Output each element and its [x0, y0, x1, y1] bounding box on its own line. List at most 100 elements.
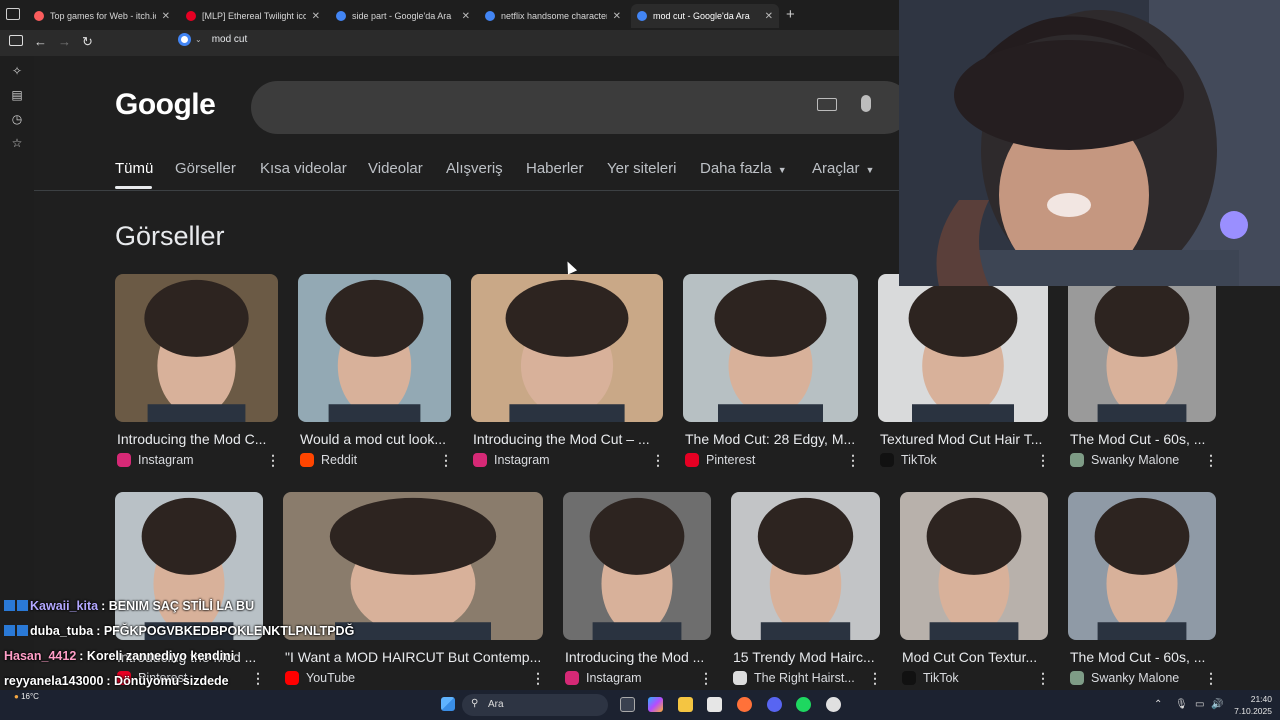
result-thumbnail[interactable]: [900, 492, 1048, 640]
result-source[interactable]: Instagram: [473, 453, 550, 467]
spotify-icon[interactable]: [796, 697, 811, 712]
store-icon[interactable]: [707, 697, 722, 712]
browser-tab[interactable]: [MLP] Ethereal Twilight icon/... ✕: [180, 4, 326, 28]
result-title[interactable]: The Mod Cut - 60s, ...: [1070, 649, 1214, 665]
more-options-icon[interactable]: ⋮: [868, 670, 882, 687]
image-result-card[interactable]: The Mod Cut - 60s, ... Swanky Malone ⋮: [1068, 492, 1218, 690]
taskbar-search[interactable]: ⚲ Ara: [462, 694, 608, 716]
more-options-icon[interactable]: ⋮: [1036, 670, 1050, 687]
image-result-card[interactable]: Textured Mod Cut Hair T... TikTok ⋮: [878, 274, 1050, 472]
result-title[interactable]: "I Want a MOD HAIRCUT But Contemp...: [285, 649, 541, 665]
result-thumbnail[interactable]: [471, 274, 663, 422]
volume-icon[interactable]: 🔊: [1211, 699, 1223, 710]
network-icon[interactable]: ▭: [1195, 699, 1204, 710]
browser-tab[interactable]: Top games for Web - itch.io ✕: [28, 4, 176, 28]
search-tab[interactable]: Araçlar ▼: [812, 160, 874, 177]
search-tab[interactable]: Kısa videolar: [260, 160, 347, 177]
more-options-icon[interactable]: ⋮: [531, 670, 545, 687]
back-icon[interactable]: ←: [34, 34, 47, 49]
tab-actions-icon[interactable]: [6, 8, 20, 20]
result-thumbnail[interactable]: [1068, 274, 1216, 422]
result-title[interactable]: 15 Trendy Mod Hairc...: [733, 649, 878, 665]
image-result-card[interactable]: Introducing the Mod ... Instagram ⋮: [563, 492, 713, 690]
search-tab[interactable]: Tümü: [115, 160, 153, 177]
discord-icon[interactable]: [767, 697, 782, 712]
result-thumbnail[interactable]: [115, 492, 263, 640]
app-icon[interactable]: [826, 697, 841, 712]
search-tab[interactable]: Görseller: [175, 160, 236, 177]
search-tab[interactable]: Haberler: [526, 160, 584, 177]
start-icon[interactable]: [441, 697, 455, 711]
mic-tray-icon[interactable]: 🎙: [1175, 699, 1188, 710]
more-options-icon[interactable]: ⋮: [1036, 452, 1050, 469]
image-result-card[interactable]: Would a mod cut look... Reddit ⋮: [298, 274, 453, 472]
result-title[interactable]: The Mod Cut: 28 Edgy, M...: [685, 431, 856, 447]
image-result-card[interactable]: 15 Trendy Mod Hairc... The Right Hairst..…: [731, 492, 882, 690]
more-options-icon[interactable]: ⋮: [699, 670, 713, 687]
result-title[interactable]: The Mod Cut - 60s, ...: [1070, 431, 1214, 447]
result-thumbnail[interactable]: [563, 492, 711, 640]
forward-icon[interactable]: →: [58, 34, 71, 49]
result-source[interactable]: YouTube: [285, 671, 355, 685]
google-logo[interactable]: Google: [115, 88, 216, 122]
search-tab[interactable]: Alışveriş: [446, 160, 503, 177]
result-source[interactable]: Swanky Malone: [1070, 453, 1179, 467]
image-result-card[interactable]: Introducing the Mod Cut – ... Instagram ⋮: [471, 274, 665, 472]
history-icon[interactable]: ◷: [11, 113, 23, 125]
image-result-card[interactable]: "I Want a MOD HAIRCUT But Contemp... YouT…: [283, 492, 545, 690]
close-tab-icon[interactable]: ✕: [462, 11, 470, 22]
address-bar[interactable]: ⌄ mod cut: [178, 33, 247, 46]
chevron-down-icon[interactable]: ⌄: [195, 35, 202, 44]
result-source[interactable]: The Right Hairst...: [733, 671, 855, 685]
address-text[interactable]: mod cut: [212, 34, 248, 45]
more-options-icon[interactable]: ⋮: [1204, 452, 1218, 469]
result-title[interactable]: Introducing the Mod C...: [117, 431, 276, 447]
result-thumbnail[interactable]: [1068, 492, 1216, 640]
result-source[interactable]: Instagram: [117, 453, 194, 467]
search-input[interactable]: [251, 81, 911, 134]
favorites-icon[interactable]: ☆: [11, 137, 23, 149]
keyboard-icon[interactable]: [817, 98, 837, 111]
more-options-icon[interactable]: ⋮: [846, 452, 860, 469]
more-options-icon[interactable]: ⋮: [439, 452, 453, 469]
image-result-card[interactable]: Introducing the Mod C... Instagram ⋮: [115, 274, 280, 472]
result-thumbnail[interactable]: [115, 274, 278, 422]
tray-overflow-icon[interactable]: ⌃: [1154, 699, 1162, 710]
result-title[interactable]: Introducing the Mod Cut – ...: [473, 431, 661, 447]
weather-widget[interactable]: ● 16°C: [14, 692, 39, 701]
result-source[interactable]: TikTok: [902, 671, 959, 685]
reading-list-icon[interactable]: ▤: [11, 89, 23, 101]
result-thumbnail[interactable]: [683, 274, 858, 422]
copilot-icon[interactable]: [648, 697, 663, 712]
result-title[interactable]: Introducing the Mod ...: [565, 649, 709, 665]
close-tab-icon[interactable]: ✕: [162, 11, 170, 22]
result-source[interactable]: TikTok: [880, 453, 937, 467]
image-result-card[interactable]: The Mod Cut: 28 Edgy, M... Pinterest ⋮: [683, 274, 860, 472]
result-thumbnail[interactable]: [878, 274, 1048, 422]
search-tab[interactable]: Daha fazla ▼: [700, 160, 787, 177]
result-source[interactable]: Instagram: [565, 671, 642, 685]
result-thumbnail[interactable]: [731, 492, 880, 640]
result-title[interactable]: Would a mod cut look...: [300, 431, 449, 447]
more-options-icon[interactable]: ⋮: [251, 670, 265, 687]
sidebar-toggle-icon[interactable]: [9, 35, 23, 46]
more-options-icon[interactable]: ⋮: [266, 452, 280, 469]
close-tab-icon[interactable]: ✕: [613, 11, 621, 22]
result-source[interactable]: Reddit: [300, 453, 357, 467]
search-tab[interactable]: Yer siteleri: [607, 160, 676, 177]
file-explorer-icon[interactable]: [678, 697, 693, 712]
task-view-icon[interactable]: [620, 697, 635, 712]
result-source[interactable]: Swanky Malone: [1070, 671, 1179, 685]
extensions-icon[interactable]: ✧: [11, 65, 23, 77]
image-result-card[interactable]: The Mod Cut - 60s, ... Swanky Malone ⋮: [1068, 274, 1218, 472]
firefox-icon[interactable]: [737, 697, 752, 712]
browser-tab[interactable]: side part - Google'da Ara ✕: [330, 4, 476, 28]
browser-tab[interactable]: mod cut - Google'da Ara ✕: [631, 4, 779, 28]
microphone-icon[interactable]: [861, 95, 871, 112]
system-clock[interactable]: 21:40 7.10.2025: [1228, 693, 1272, 717]
image-result-card[interactable]: Mod Cut Con Textur... TikTok ⋮: [900, 492, 1050, 690]
result-title[interactable]: Textured Mod Cut Hair T...: [880, 431, 1046, 447]
search-tab[interactable]: Videolar: [368, 160, 423, 177]
new-tab-button[interactable]: +: [786, 6, 795, 23]
result-title[interactable]: Mod Cut Con Textur...: [902, 649, 1046, 665]
